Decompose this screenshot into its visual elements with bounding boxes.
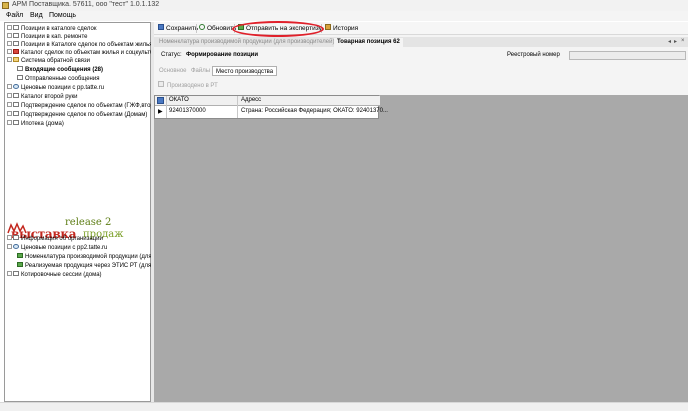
tab-files[interactable]: Файлы xyxy=(188,66,213,76)
doc-icon xyxy=(17,74,23,80)
cell-okato[interactable]: 92401370000 xyxy=(169,108,206,114)
column-header-okato[interactable]: ОКАТО xyxy=(169,97,189,103)
refresh-button[interactable]: Обновить xyxy=(199,24,236,33)
tree-item[interactable]: Номенклатура производимой продукции (для… xyxy=(17,252,163,261)
history-button[interactable]: История xyxy=(325,24,358,33)
registry-label: Реестровый номер xyxy=(507,52,560,58)
expander-icon[interactable] xyxy=(7,24,12,30)
green-icon xyxy=(17,261,23,267)
expander-icon[interactable] xyxy=(7,48,12,54)
highlight-annotation xyxy=(232,21,324,37)
folder-icon xyxy=(13,56,19,62)
status-label: Статус: xyxy=(161,52,182,58)
status-value: Формирование позиции xyxy=(186,52,259,58)
expander-icon[interactable] xyxy=(7,270,12,276)
tree-item[interactable]: Каталог второй руки xyxy=(7,92,78,101)
menu-bar: Файл Вид Помощь xyxy=(0,11,688,21)
document-tabs: Номенклатура производимой продукции (для… xyxy=(154,37,688,47)
tree-item[interactable]: Позиции в кап. ремонте xyxy=(7,32,88,41)
window-title: АРМ Поставщика. 57611, ооо "тест" 1.0.1.… xyxy=(12,1,160,8)
registry-number-field[interactable] xyxy=(569,51,686,60)
tree-item[interactable]: Позиции в каталоге сделок xyxy=(7,24,96,33)
tree-item[interactable]: Каталог сделок по объектам жилья и соцку… xyxy=(7,48,164,57)
tab-nomenclature[interactable]: Номенклатура производимой продукции (для… xyxy=(156,38,337,47)
history-icon xyxy=(325,24,331,31)
save-button[interactable]: Сохранить xyxy=(158,24,198,33)
expander-icon[interactable] xyxy=(7,83,12,89)
tree-item[interactable]: Ипотека (дома) xyxy=(7,119,64,128)
doc-icon xyxy=(13,119,19,125)
toolbar-separator xyxy=(196,24,197,33)
navigation-panel: Позиции в каталоге сделок Позиции в кап.… xyxy=(4,22,166,402)
tree-item[interactable]: Подтверждение сделок по объектам (ГЖФ,вт… xyxy=(7,101,165,110)
row-pointer-icon: ▶ xyxy=(158,109,163,115)
menu-file[interactable]: Файл xyxy=(6,12,23,19)
tree-item[interactable]: Подтверждение сделок по объектам (Домам) xyxy=(7,110,147,119)
app-icon xyxy=(2,2,9,9)
tab-production-place[interactable]: Место производства xyxy=(212,66,278,76)
table-header: ОКАТО Адресс xyxy=(155,96,380,106)
green-icon xyxy=(17,252,23,258)
doc-icon xyxy=(13,24,19,30)
tree-item-inbox[interactable]: Входящие сообщения (28) xyxy=(17,65,103,74)
expander-icon[interactable] xyxy=(7,243,12,249)
globe-icon xyxy=(13,243,19,249)
tab-main[interactable]: Основное xyxy=(156,66,190,76)
doc-icon xyxy=(13,32,19,38)
toolbar: Сохранить Обновить Отправить на эксперти… xyxy=(154,21,688,37)
expander-icon[interactable] xyxy=(7,110,12,116)
grid-area: ОКАТО Адресс ▶ 92401370000 Страна: Росси… xyxy=(154,95,688,402)
title-bar: АРМ Поставщика. 57611, ооо "тест" 1.0.1.… xyxy=(0,0,688,11)
tree-item[interactable]: Система обратной связи xyxy=(7,56,90,65)
doc-icon xyxy=(17,65,23,71)
red-icon xyxy=(13,48,19,54)
doc-icon xyxy=(13,270,19,276)
tree-item[interactable]: Ценовые позиции с pp2.tatte.ru xyxy=(7,243,107,252)
production-place-table: ОКАТО Адресс ▶ 92401370000 Страна: Росси… xyxy=(154,95,388,119)
close-icon[interactable]: × xyxy=(681,38,685,44)
status-row: Статус: Формирование позиции Реестровый … xyxy=(154,50,688,62)
expander-icon[interactable] xyxy=(7,32,12,38)
content-panel: Сохранить Обновить Отправить на эксперти… xyxy=(154,21,688,402)
sub-tabs: Основное Файлы Место производства xyxy=(154,66,688,77)
tree-item[interactable]: Позиции в Каталоге сделок по объектам жи… xyxy=(7,40,166,49)
globe-icon xyxy=(13,83,19,89)
tree-item-sent[interactable]: Отправленные сообщения xyxy=(17,74,99,83)
tab-prev-icon[interactable]: ◂ xyxy=(668,38,671,45)
tree-item[interactable]: Котировочные сессии (дома) xyxy=(7,270,102,279)
tab-next-icon[interactable]: ▸ xyxy=(674,38,677,45)
add-row-icon[interactable] xyxy=(157,97,164,104)
expander-icon[interactable] xyxy=(7,234,12,240)
tree-item[interactable]: Ценовые позиции с pp.tatte.ru xyxy=(7,83,104,92)
column-header-address[interactable]: Адресс xyxy=(241,97,261,103)
status-bar xyxy=(0,402,688,411)
doc-icon xyxy=(13,234,19,240)
doc-icon xyxy=(13,92,19,98)
save-icon xyxy=(158,24,164,31)
doc-icon xyxy=(13,40,19,46)
expander-icon[interactable] xyxy=(7,40,12,46)
tree-item[interactable]: Реализуемая продукция через ЭТИС РТ (для… xyxy=(17,261,163,270)
expander-icon[interactable] xyxy=(7,92,12,98)
tree-item[interactable]: Информация об организации xyxy=(7,234,103,243)
expander-icon[interactable] xyxy=(7,101,12,107)
expander-icon[interactable] xyxy=(7,119,12,125)
expander-icon[interactable] xyxy=(7,56,12,62)
menu-view[interactable]: Вид xyxy=(30,12,43,19)
table-row[interactable]: ▶ 92401370000 Страна: Российская Федерац… xyxy=(155,107,388,117)
doc-icon xyxy=(13,110,19,116)
doc-icon xyxy=(13,101,19,107)
menu-help[interactable]: Помощь xyxy=(49,12,76,19)
produced-in-rt-checkbox[interactable] xyxy=(158,81,164,88)
tab-product-position[interactable]: Товарная позиция 62 xyxy=(334,38,403,47)
produced-in-rt-row: Производено в РТ xyxy=(158,81,218,91)
produced-in-rt-label: Производено в РТ xyxy=(167,83,218,89)
cell-address[interactable]: Страна: Российская Федерация; ОКАТО: 924… xyxy=(241,108,388,114)
refresh-icon xyxy=(199,24,205,31)
